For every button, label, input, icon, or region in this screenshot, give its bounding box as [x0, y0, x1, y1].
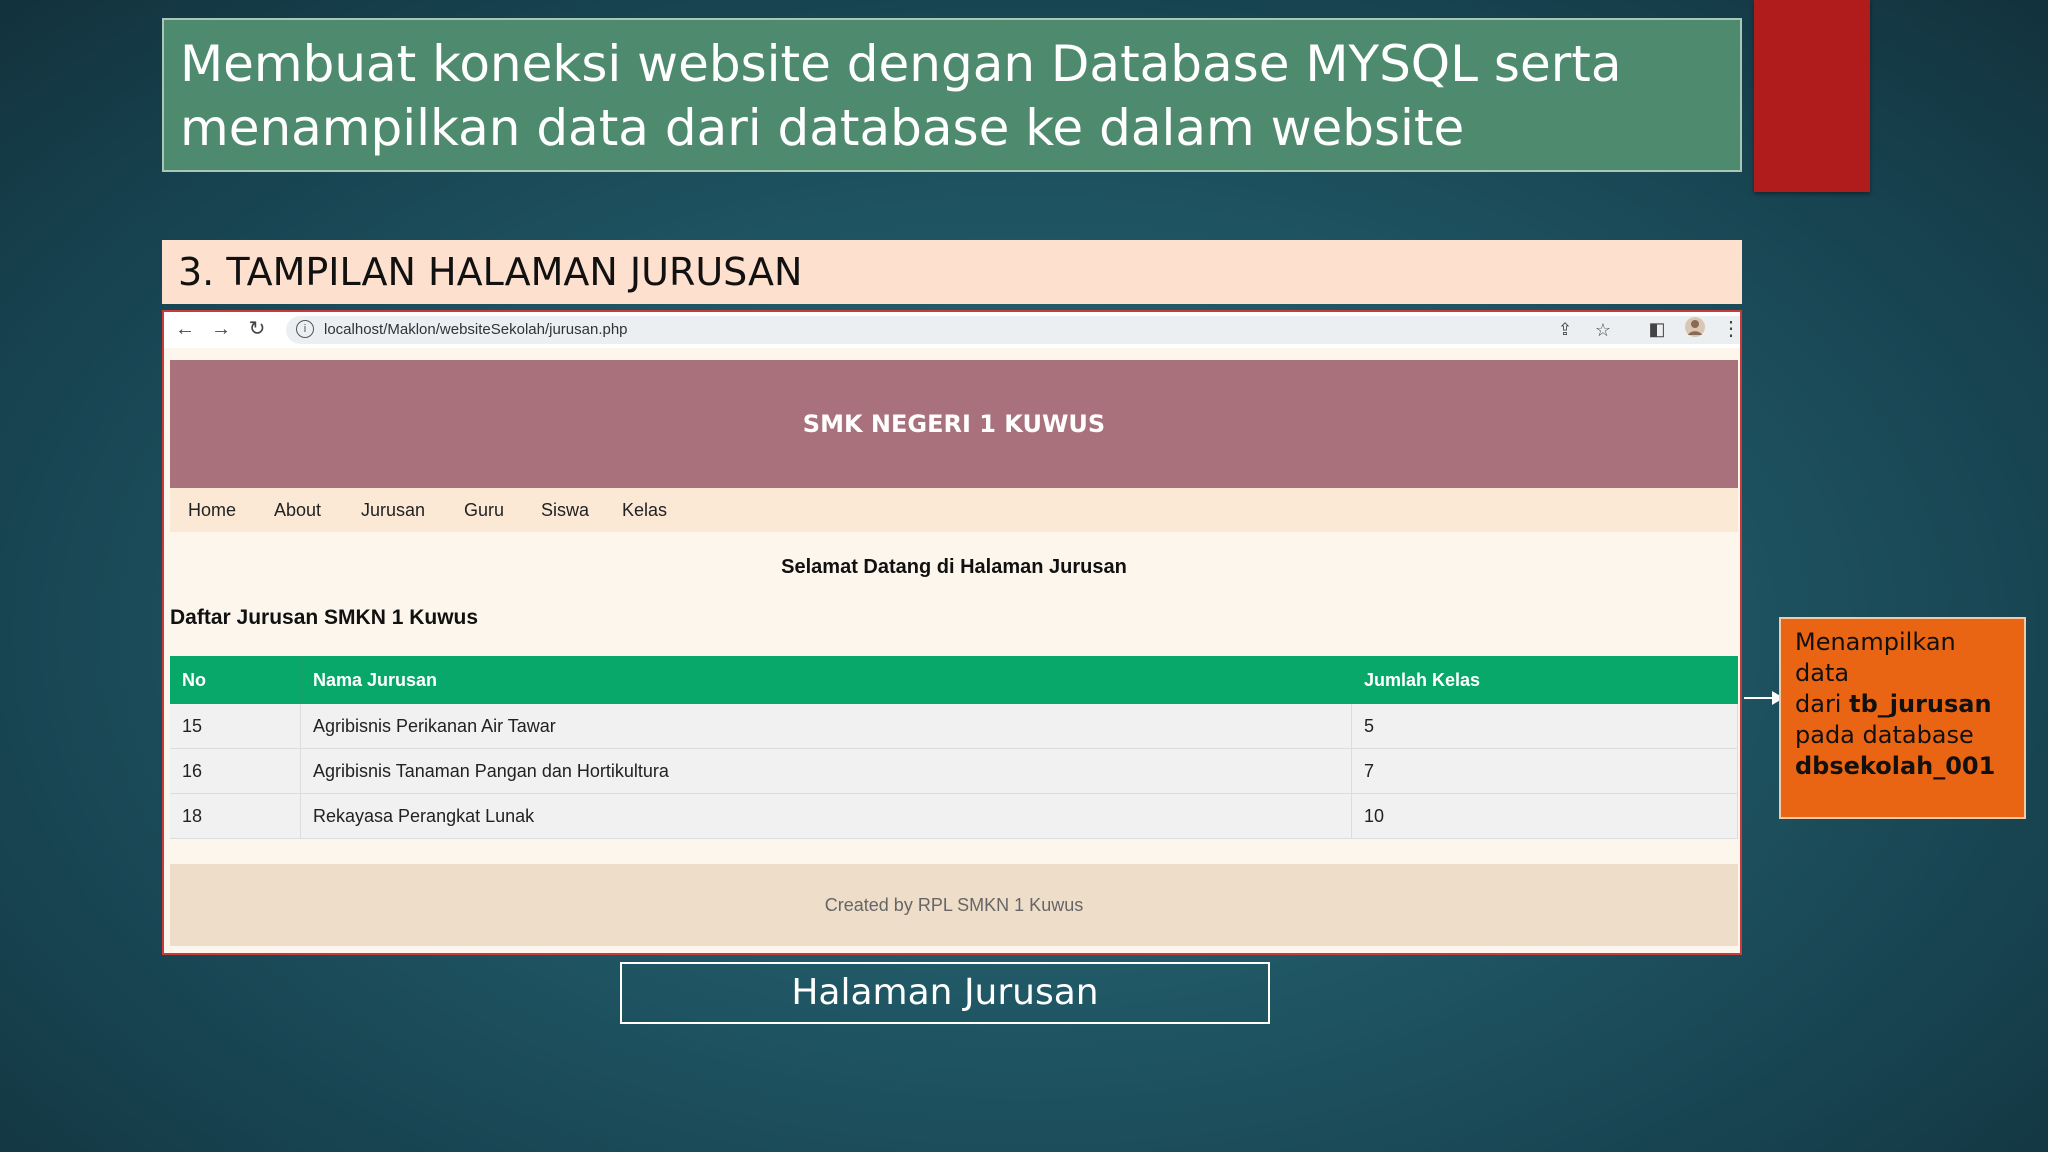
table-cell: Agribisnis Tanaman Pangan dan Hortikultu…	[300, 748, 1352, 794]
note-db-name: dbsekolah_001	[1795, 752, 1996, 780]
nav-home[interactable]: Home	[188, 488, 236, 532]
forward-arrow-icon[interactable]: →	[208, 316, 234, 342]
reload-icon[interactable]: ↻	[244, 316, 270, 342]
table-cell: 7	[1351, 748, 1738, 794]
note-dari: dari	[1795, 690, 1850, 718]
browser-window: ← → ↻ i localhost/Maklon/websiteSekolah/…	[162, 310, 1742, 955]
table-cell: Rekayasa Perangkat Lunak	[300, 793, 1352, 839]
table-cell: 5	[1351, 704, 1738, 749]
browser-toolbar: ← → ↻ i localhost/Maklon/websiteSekolah/…	[164, 312, 1740, 348]
site-nav: Home About Jurusan Guru Siswa Kelas	[170, 488, 1738, 532]
nav-kelas[interactable]: Kelas	[622, 488, 667, 532]
table-cell: 10	[1351, 793, 1738, 839]
table-cell: Agribisnis Perikanan Air Tawar	[300, 704, 1352, 749]
jurusan-table: No Nama Jurusan Jumlah Kelas 15 Agribisn…	[170, 656, 1738, 839]
site-footer: Created by RPL SMKN 1 Kuwus	[170, 864, 1738, 946]
table-cell: 15	[170, 704, 301, 749]
note-box: Menampilkan data dari tb_jurusan pada da…	[1779, 617, 2026, 819]
slide-caption: Halaman Jurusan	[620, 962, 1270, 1024]
table-header-row: No Nama Jurusan Jumlah Kelas	[170, 656, 1738, 704]
table-row: 18 Rekayasa Perangkat Lunak 10	[170, 793, 1738, 839]
slide-title: Membuat koneksi website dengan Database …	[162, 18, 1742, 172]
table-cell: 16	[170, 748, 301, 794]
nav-guru[interactable]: Guru	[464, 488, 504, 532]
share-icon[interactable]: ⇪	[1552, 317, 1578, 343]
list-title: Daftar Jurusan SMKN 1 Kuwus	[170, 606, 479, 629]
more-vert-icon[interactable]: ⋮	[1718, 316, 1740, 342]
nav-about[interactable]: About	[274, 488, 321, 532]
star-icon[interactable]: ☆	[1590, 317, 1616, 343]
nav-siswa[interactable]: Siswa	[541, 488, 589, 532]
note-line-3: pada database	[1795, 721, 1974, 749]
note-line-2: dari tb_jurusan	[1795, 689, 2010, 720]
table-row: 16 Agribisnis Tanaman Pangan dan Hortiku…	[170, 748, 1738, 794]
address-bar[interactable]: i localhost/Maklon/websiteSekolah/jurusa…	[286, 316, 1740, 344]
note-line-4: dbsekolah_001	[1795, 751, 2010, 782]
welcome-heading: Selamat Datang di Halaman Jurusan	[781, 556, 1127, 578]
column-header: Nama Jurusan	[300, 656, 1352, 704]
url-text: localhost/Maklon/websiteSekolah/jurusan.…	[324, 321, 628, 338]
note-line-1: Menampilkan data	[1795, 628, 1956, 687]
info-icon[interactable]: i	[296, 320, 314, 338]
red-accent-bar	[1754, 0, 1870, 192]
column-header: No	[170, 656, 301, 704]
profile-icon[interactable]	[1682, 316, 1708, 342]
column-header: Jumlah Kelas	[1351, 656, 1738, 704]
note-table-name: tb_jurusan	[1849, 690, 1992, 718]
site-header: SMK NEGERI 1 KUWUS	[170, 360, 1738, 488]
arrow-line	[1744, 697, 1774, 699]
section-header: 3. TAMPILAN HALAMAN JURUSAN	[162, 240, 1742, 304]
sidepanel-icon[interactable]: ◧	[1644, 316, 1670, 342]
table-row: 15 Agribisnis Perikanan Air Tawar 5	[170, 704, 1738, 749]
table-cell: 18	[170, 793, 301, 839]
nav-jurusan[interactable]: Jurusan	[361, 488, 425, 532]
back-arrow-icon[interactable]: ←	[172, 316, 198, 342]
